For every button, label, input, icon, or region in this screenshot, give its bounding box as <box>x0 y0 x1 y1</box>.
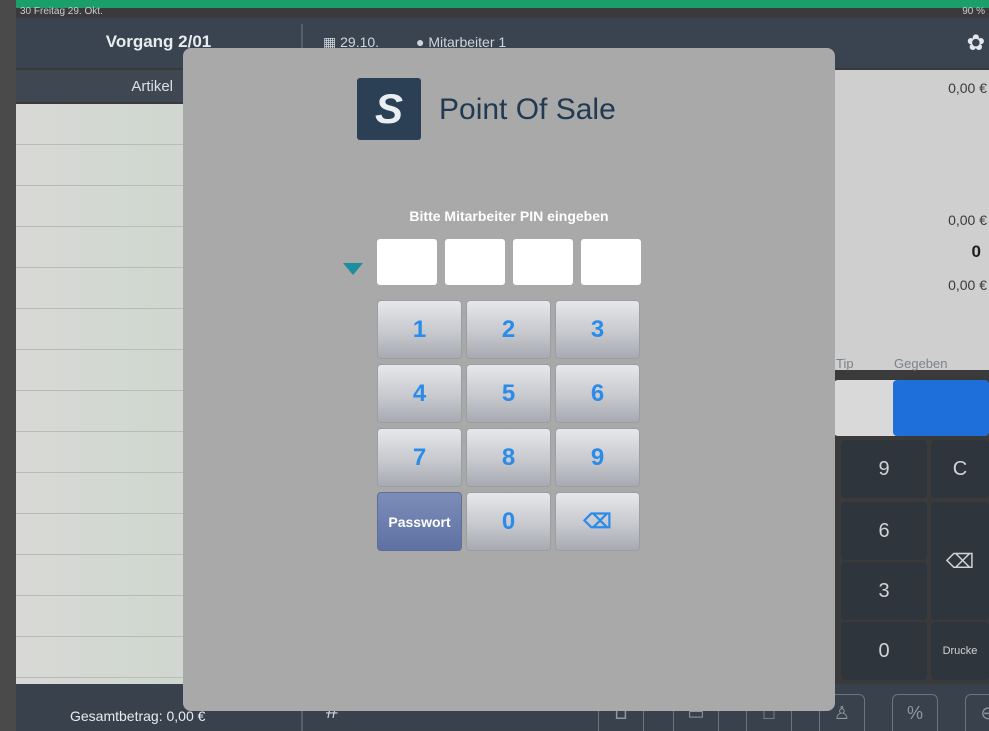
bg-key-6[interactable]: 6 <box>841 502 927 560</box>
backspace-button[interactable]: ⌫ <box>555 492 640 551</box>
list-item[interactable] <box>16 596 184 637</box>
receipt-value: 0,00 € <box>948 212 987 228</box>
pin-cursor-icon <box>343 263 363 275</box>
receipt-count: 0 <box>971 242 981 261</box>
bg-key-0[interactable]: 0 <box>841 622 927 680</box>
list-item[interactable] <box>16 350 184 391</box>
gear-icon[interactable]: ✿ <box>967 30 985 56</box>
receipt-value: 0,00 € <box>948 80 987 96</box>
list-item[interactable] <box>16 227 184 268</box>
tip-label: Tip <box>836 356 854 371</box>
list-item[interactable] <box>16 473 184 514</box>
receipt-value: 0,00 € <box>948 277 987 293</box>
top-accent-bar <box>16 0 989 8</box>
key-5[interactable]: 5 <box>466 364 551 423</box>
bg-key-backspace[interactable]: ⌫ <box>931 502 989 620</box>
list-item[interactable] <box>16 432 184 473</box>
status-battery: 90 % <box>962 6 985 17</box>
pin-login-modal: S Point Of Sale Bitte Mitarbeiter PIN ei… <box>183 48 835 711</box>
key-6[interactable]: 6 <box>555 364 640 423</box>
list-item[interactable] <box>16 145 184 186</box>
app-title: Point Of Sale <box>439 93 616 126</box>
print-button[interactable]: Drucke <box>931 622 989 680</box>
list-item[interactable] <box>16 309 184 350</box>
percent-icon[interactable]: % <box>892 694 938 731</box>
article-column-header: Artikel <box>16 70 189 102</box>
list-item[interactable] <box>16 555 184 596</box>
list-item[interactable] <box>16 391 184 432</box>
article-column-label: Artikel <box>131 78 173 95</box>
bg-key-clear[interactable]: C <box>931 440 989 498</box>
list-item[interactable] <box>16 186 184 227</box>
key-3[interactable]: 3 <box>555 300 640 359</box>
pin-prompt: Bitte Mitarbeiter PIN eingeben <box>409 208 609 224</box>
list-item[interactable] <box>16 637 184 678</box>
key-8[interactable]: 8 <box>466 428 551 487</box>
pin-slot-4[interactable] <box>581 239 641 285</box>
receipt-pane: 0,00 € 0,00 € 0 0,00 € <box>834 70 989 370</box>
pin-slot-1[interactable] <box>377 239 437 285</box>
status-time-date: 30 Freitag 29. Okt. <box>20 6 103 17</box>
pin-slot-3[interactable] <box>513 239 573 285</box>
key-7[interactable]: 7 <box>377 428 462 487</box>
total-amount: Gesamtbetrag: 0,00 € <box>70 708 206 724</box>
app-logo: S <box>357 78 421 140</box>
password-button[interactable]: Passwort <box>377 492 462 551</box>
bg-key-9[interactable]: 9 <box>841 440 927 498</box>
key-1[interactable]: 1 <box>377 300 462 359</box>
list-item[interactable] <box>16 104 184 145</box>
pin-slot-2[interactable] <box>445 239 505 285</box>
key-2[interactable]: 2 <box>466 300 551 359</box>
bg-key-3[interactable]: 3 <box>841 562 927 620</box>
key-9[interactable]: 9 <box>555 428 640 487</box>
given-button[interactable] <box>893 380 989 436</box>
given-label: Gegeben <box>894 356 948 371</box>
list-item[interactable] <box>16 514 184 555</box>
key-4[interactable]: 4 <box>377 364 462 423</box>
article-list <box>16 104 184 684</box>
key-0[interactable]: 0 <box>466 492 551 551</box>
minus-icon[interactable]: ⊖ <box>965 694 989 731</box>
list-item[interactable] <box>16 268 184 309</box>
tip-button[interactable] <box>834 380 902 436</box>
